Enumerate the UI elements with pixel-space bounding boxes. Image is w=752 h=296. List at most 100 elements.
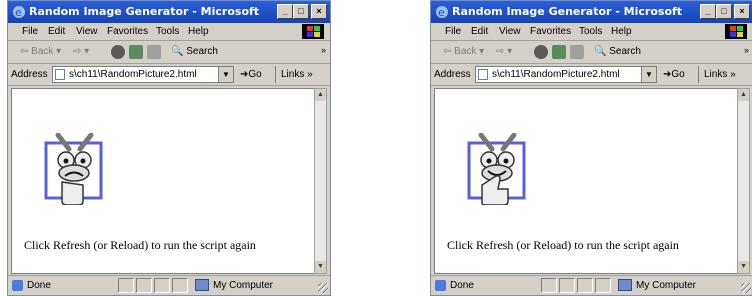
toolbar: ⇦ Back ▾ ⇨ ▾ 🔍 Search » <box>8 42 330 64</box>
menu-help[interactable]: Help <box>611 26 632 37</box>
go-button[interactable]: ➜Go <box>240 69 262 80</box>
back-label: Back <box>31 46 54 57</box>
done-page-icon <box>12 280 23 291</box>
resize-grip-icon[interactable] <box>741 283 751 293</box>
address-label: Address <box>11 69 48 80</box>
menu-view[interactable]: View <box>76 26 98 37</box>
resize-grip-icon[interactable] <box>318 283 328 293</box>
address-input[interactable]: s\ch11\RandomPicture2.html ▼ <box>475 66 657 83</box>
address-bar: Address s\ch11\RandomPicture2.html ▼ ➜Go… <box>431 64 752 86</box>
svg-text:e: e <box>15 6 22 19</box>
back-button[interactable]: ⇦ Back ▾ <box>443 46 484 57</box>
menu-tools[interactable]: Tools <box>156 26 179 37</box>
scroll-up-icon[interactable]: ▲ <box>315 89 326 101</box>
stop-icon[interactable] <box>111 45 125 59</box>
refresh-icon[interactable] <box>552 45 566 59</box>
zone-text: My Computer <box>213 280 274 291</box>
links-button[interactable]: Links » <box>704 69 736 80</box>
search-button[interactable]: 🔍 Search <box>171 46 218 57</box>
status-cell <box>559 278 575 293</box>
menu-bar: File Edit View Favorites Tools Help <box>431 23 752 41</box>
my-computer-icon <box>618 279 632 291</box>
back-button[interactable]: ⇦ Back ▾ <box>20 46 61 57</box>
menu-favorites[interactable]: Favorites <box>530 26 571 37</box>
page-content: Click Refresh (or Reload) to run the scr… <box>434 88 740 274</box>
go-button[interactable]: ➜Go <box>663 69 685 80</box>
status-cell <box>118 278 134 293</box>
maximize-button[interactable]: □ <box>293 4 309 19</box>
search-label: Search <box>186 46 218 57</box>
minimize-button[interactable]: _ <box>700 4 716 19</box>
menu-help[interactable]: Help <box>188 26 209 37</box>
address-label: Address <box>434 69 471 80</box>
menu-bar: File Edit View Favorites Tools Help <box>8 23 330 41</box>
links-label: Links <box>704 69 728 80</box>
close-button[interactable]: × <box>734 4 750 19</box>
browser-window-left: e Random Image Generator - Microsoft Int… <box>7 0 331 296</box>
address-dropdown-icon[interactable]: ▼ <box>641 67 656 82</box>
divider <box>275 66 276 83</box>
done-page-icon <box>435 280 446 291</box>
menu-edit[interactable]: Edit <box>471 26 488 37</box>
maximize-button[interactable]: □ <box>716 4 732 19</box>
window-title: Random Image Generator - Microsoft Inter… <box>452 5 684 18</box>
bug-thumbs-down-icon <box>44 133 103 205</box>
go-label: Go <box>671 69 685 80</box>
home-icon[interactable] <box>147 45 161 59</box>
status-cell <box>577 278 593 293</box>
forward-button[interactable]: ⇨ ▾ <box>496 46 512 57</box>
home-icon[interactable] <box>570 45 584 59</box>
toolbar: ⇦ Back ▾ ⇨ ▾ 🔍 Search » <box>431 42 752 64</box>
status-cell <box>154 278 170 293</box>
minimize-button[interactable]: _ <box>277 4 293 19</box>
status-cell <box>541 278 557 293</box>
status-text: Done <box>27 280 51 291</box>
refresh-message: Click Refresh (or Reload) to run the scr… <box>24 238 256 252</box>
address-value: s\ch11\RandomPicture2.html <box>69 69 197 80</box>
vertical-scrollbar[interactable]: ▲ ▼ <box>314 88 327 274</box>
windows-logo-icon <box>302 24 324 39</box>
vertical-scrollbar[interactable]: ▲ ▼ <box>737 88 750 274</box>
address-bar: Address s\ch11\RandomPicture2.html ▼ ➜Go… <box>8 64 330 86</box>
refresh-icon[interactable] <box>129 45 143 59</box>
scroll-up-icon[interactable]: ▲ <box>738 89 749 101</box>
address-input[interactable]: s\ch11\RandomPicture2.html ▼ <box>52 66 234 83</box>
menu-edit[interactable]: Edit <box>48 26 65 37</box>
bug-thumbs-up-image <box>462 133 534 205</box>
title-bar[interactable]: e Random Image Generator - Microsoft Int… <box>431 1 752 23</box>
ie-icon: e <box>13 6 25 19</box>
svg-text:e: e <box>438 6 445 19</box>
status-cell <box>172 278 188 293</box>
go-label: Go <box>248 69 262 80</box>
search-label: Search <box>609 46 641 57</box>
bug-thumbs-down-image <box>39 133 111 205</box>
links-chevron-icon: » <box>307 69 313 80</box>
menu-file[interactable]: File <box>22 26 38 37</box>
toolbar-overflow-chevron-icon[interactable]: » <box>744 45 749 55</box>
menu-favorites[interactable]: Favorites <box>107 26 148 37</box>
scroll-down-icon[interactable]: ▼ <box>738 261 749 273</box>
my-computer-icon <box>195 279 209 291</box>
scroll-down-icon[interactable]: ▼ <box>315 261 326 273</box>
address-dropdown-icon[interactable]: ▼ <box>218 67 233 82</box>
refresh-message: Click Refresh (or Reload) to run the scr… <box>447 238 679 252</box>
links-button[interactable]: Links » <box>281 69 313 80</box>
back-label: Back <box>454 46 477 57</box>
status-bar: Done My Computer <box>8 275 330 295</box>
toolbar-overflow-chevron-icon[interactable]: » <box>321 45 326 55</box>
ie-icon: e <box>436 6 448 19</box>
page-icon <box>478 69 488 80</box>
search-button[interactable]: 🔍 Search <box>594 46 641 57</box>
status-cell <box>595 278 611 293</box>
close-button[interactable]: × <box>311 4 327 19</box>
menu-view[interactable]: View <box>499 26 521 37</box>
menu-tools[interactable]: Tools <box>579 26 602 37</box>
menu-file[interactable]: File <box>445 26 461 37</box>
status-text: Done <box>450 280 474 291</box>
forward-button[interactable]: ⇨ ▾ <box>73 46 89 57</box>
title-bar[interactable]: e Random Image Generator - Microsoft Int… <box>8 1 330 23</box>
browser-window-right: e Random Image Generator - Microsoft Int… <box>430 0 752 296</box>
zone-text: My Computer <box>636 280 697 291</box>
stop-icon[interactable] <box>534 45 548 59</box>
page-icon <box>55 69 65 80</box>
